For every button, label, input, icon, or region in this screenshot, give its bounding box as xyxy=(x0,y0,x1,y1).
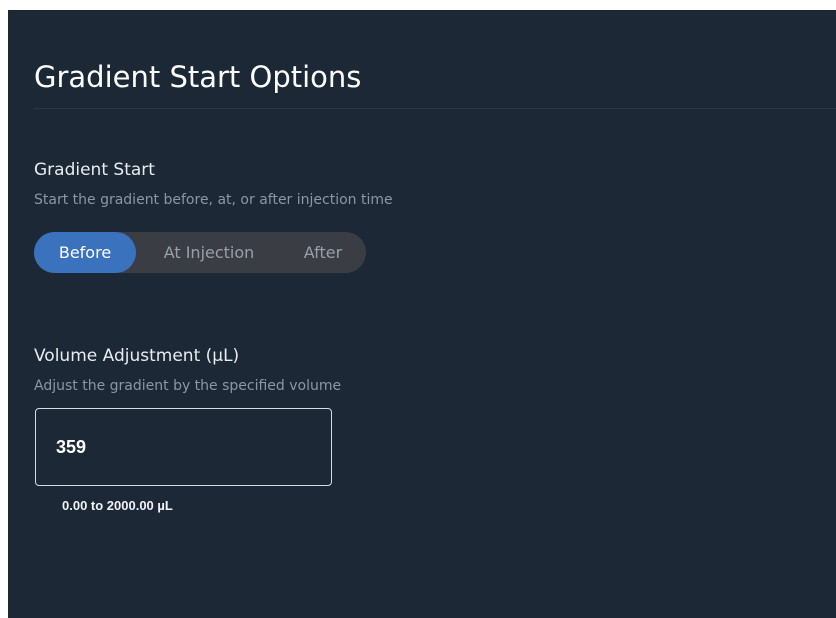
volume-range-hint: 0.00 to 2000.00 µL xyxy=(62,498,173,513)
gradient-start-label: Gradient Start xyxy=(34,160,155,180)
gradient-start-options-panel: Gradient Start Options Gradient Start St… xyxy=(8,10,836,618)
volume-adjustment-label: Volume Adjustment (µL) xyxy=(34,346,240,366)
volume-adjustment-description: Adjust the gradient by the specified vol… xyxy=(34,378,342,394)
option-after-button[interactable]: After xyxy=(282,232,364,273)
volume-adjustment-input[interactable] xyxy=(56,433,306,461)
option-at-injection-button[interactable]: At Injection xyxy=(136,232,282,273)
title-divider xyxy=(34,108,836,109)
gradient-start-toggle: Before At Injection After xyxy=(34,232,366,273)
gradient-start-description: Start the gradient before, at, or after … xyxy=(34,192,393,208)
option-before-button[interactable]: Before xyxy=(34,232,136,273)
volume-adjustment-field[interactable] xyxy=(35,408,332,486)
panel-title: Gradient Start Options xyxy=(34,60,362,94)
